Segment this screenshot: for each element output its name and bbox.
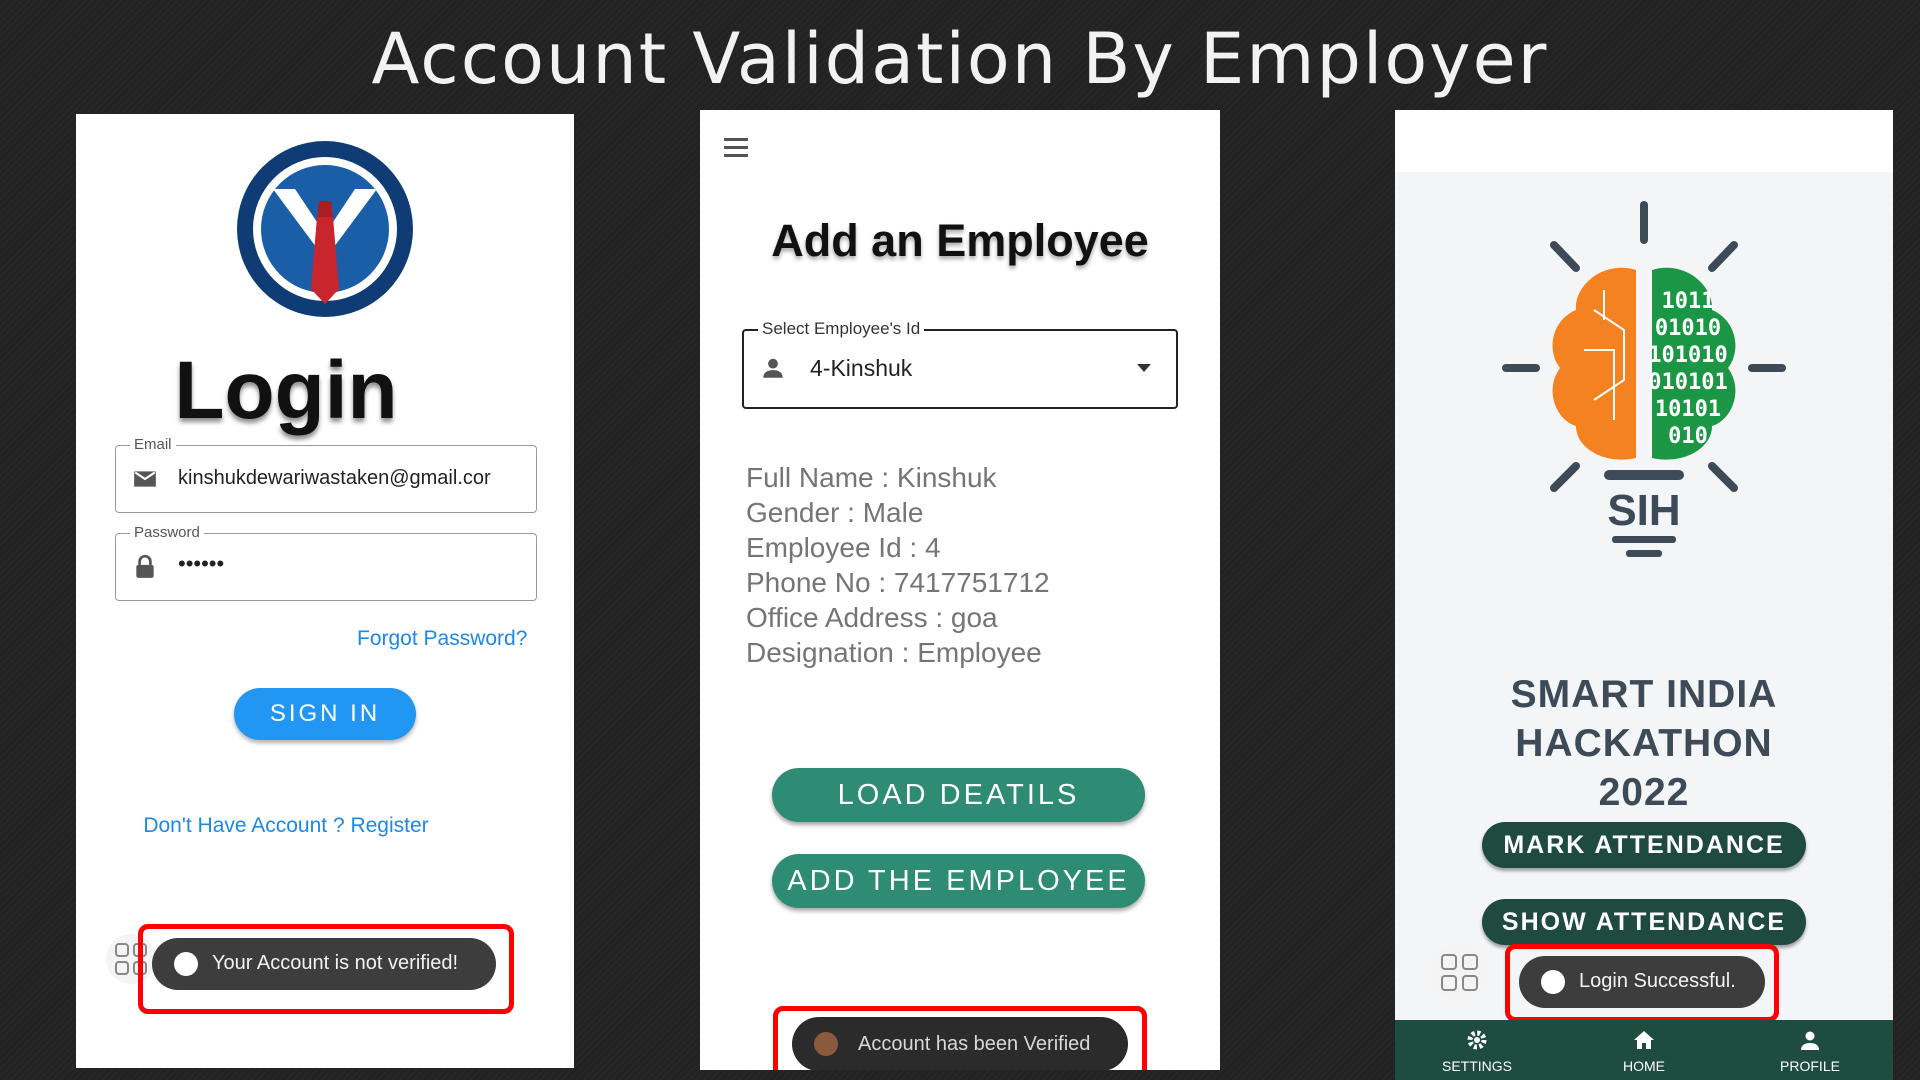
email-value: kinshukdewariwastaken@gmail.cor xyxy=(178,467,491,489)
add-employee-screen: Add an Employee Select Employee's Id 4-K… xyxy=(700,110,1220,1070)
password-field[interactable]: Password •••••• xyxy=(115,524,537,601)
home-icon xyxy=(1634,1031,1654,1049)
detail-line: Office Address : goa xyxy=(746,602,998,633)
password-label: Password xyxy=(130,524,204,541)
mark-attendance-button[interactable]: MARK ATTENDANCE xyxy=(1482,822,1806,868)
lock-icon xyxy=(136,554,154,578)
title-line: SMART INDIA xyxy=(1510,673,1778,716)
employee-details: Full Name : Kinshuk Gender : Male Employ… xyxy=(746,460,1050,670)
register-link[interactable]: Don't Have Account ? Register xyxy=(76,814,496,838)
nav-label: PROFILE xyxy=(1780,1058,1840,1074)
select-value: 4-Kinshuk xyxy=(810,355,913,381)
hamburger-menu-icon[interactable] xyxy=(724,138,748,158)
login-screen: Login Email kinshukdewariwastaken@gmail.… xyxy=(76,114,574,1068)
mail-icon xyxy=(134,471,156,487)
add-employee-button[interactable]: ADD THE EMPLOYEE xyxy=(772,854,1145,908)
home-screen: 1011 01010 101010 010101 10101 010 SIH S… xyxy=(1395,110,1893,1080)
email-label: Email xyxy=(130,436,176,453)
forgot-password-link[interactable]: Forgot Password? xyxy=(357,627,527,651)
show-attendance-button[interactable]: SHOW ATTENDANCE xyxy=(1482,899,1806,945)
nav-label: SETTINGS xyxy=(1441,1058,1512,1074)
nav-profile[interactable]: PROFILE xyxy=(1750,1020,1870,1080)
nav-label: HOME xyxy=(1623,1058,1665,1074)
title-line: HACKATHON xyxy=(1515,722,1773,765)
employee-id-select[interactable]: Select Employee's Id 4-Kinshuk xyxy=(742,319,1178,409)
hackathon-title: SMART INDIA HACKATHON 2022 xyxy=(1395,670,1893,817)
person-icon xyxy=(1801,1031,1819,1050)
email-field[interactable]: Email kinshukdewariwastaken@gmail.cor xyxy=(115,436,537,513)
brain-digits: 010 xyxy=(1668,424,1708,449)
brain-digits: 01010 xyxy=(1655,316,1721,341)
dropdown-arrow-icon[interactable] xyxy=(1136,363,1152,373)
load-details-button[interactable]: LOAD DEATILS xyxy=(772,768,1145,822)
password-value: •••••• xyxy=(178,551,225,576)
bottom-nav: SETTINGS HOME PROFILE xyxy=(1395,1020,1893,1080)
detail-line: Employee Id : 4 xyxy=(746,532,941,563)
nav-settings[interactable]: SETTINGS xyxy=(1417,1020,1537,1080)
sih-logo-text: SIH xyxy=(1607,486,1680,535)
detail-line: Phone No : 7417751712 xyxy=(746,567,1050,598)
detail-line: Gender : Male xyxy=(746,497,924,528)
detail-line: Full Name : Kinshuk xyxy=(746,462,997,493)
brain-digits: 101010 xyxy=(1648,343,1727,368)
login-title: Login xyxy=(174,345,398,436)
detail-line: Designation : Employee xyxy=(746,637,1042,668)
company-logo xyxy=(237,141,413,317)
person-icon xyxy=(763,358,783,378)
gear-icon xyxy=(1467,1030,1487,1050)
brain-digits: 010101 xyxy=(1648,370,1727,395)
apps-grid-icon[interactable] xyxy=(1431,944,1487,1000)
select-label: Select Employee's Id xyxy=(758,319,925,339)
highlight-box xyxy=(138,924,514,1014)
title-line: 2022 xyxy=(1598,771,1690,814)
highlight-box xyxy=(773,1006,1147,1070)
page-title: Add an Employee xyxy=(771,215,1149,266)
nav-home[interactable]: HOME xyxy=(1584,1020,1704,1080)
sign-in-button[interactable]: SIGN IN xyxy=(234,688,416,740)
highlight-box xyxy=(1505,944,1779,1022)
sih-bulb-logo: 1011 01010 101010 010101 10101 010 SIH xyxy=(1502,201,1786,557)
brain-digits: 1011 xyxy=(1662,289,1715,314)
slide-title: Account Validation By Employer xyxy=(371,18,1549,100)
brain-digits: 10101 xyxy=(1655,397,1721,422)
